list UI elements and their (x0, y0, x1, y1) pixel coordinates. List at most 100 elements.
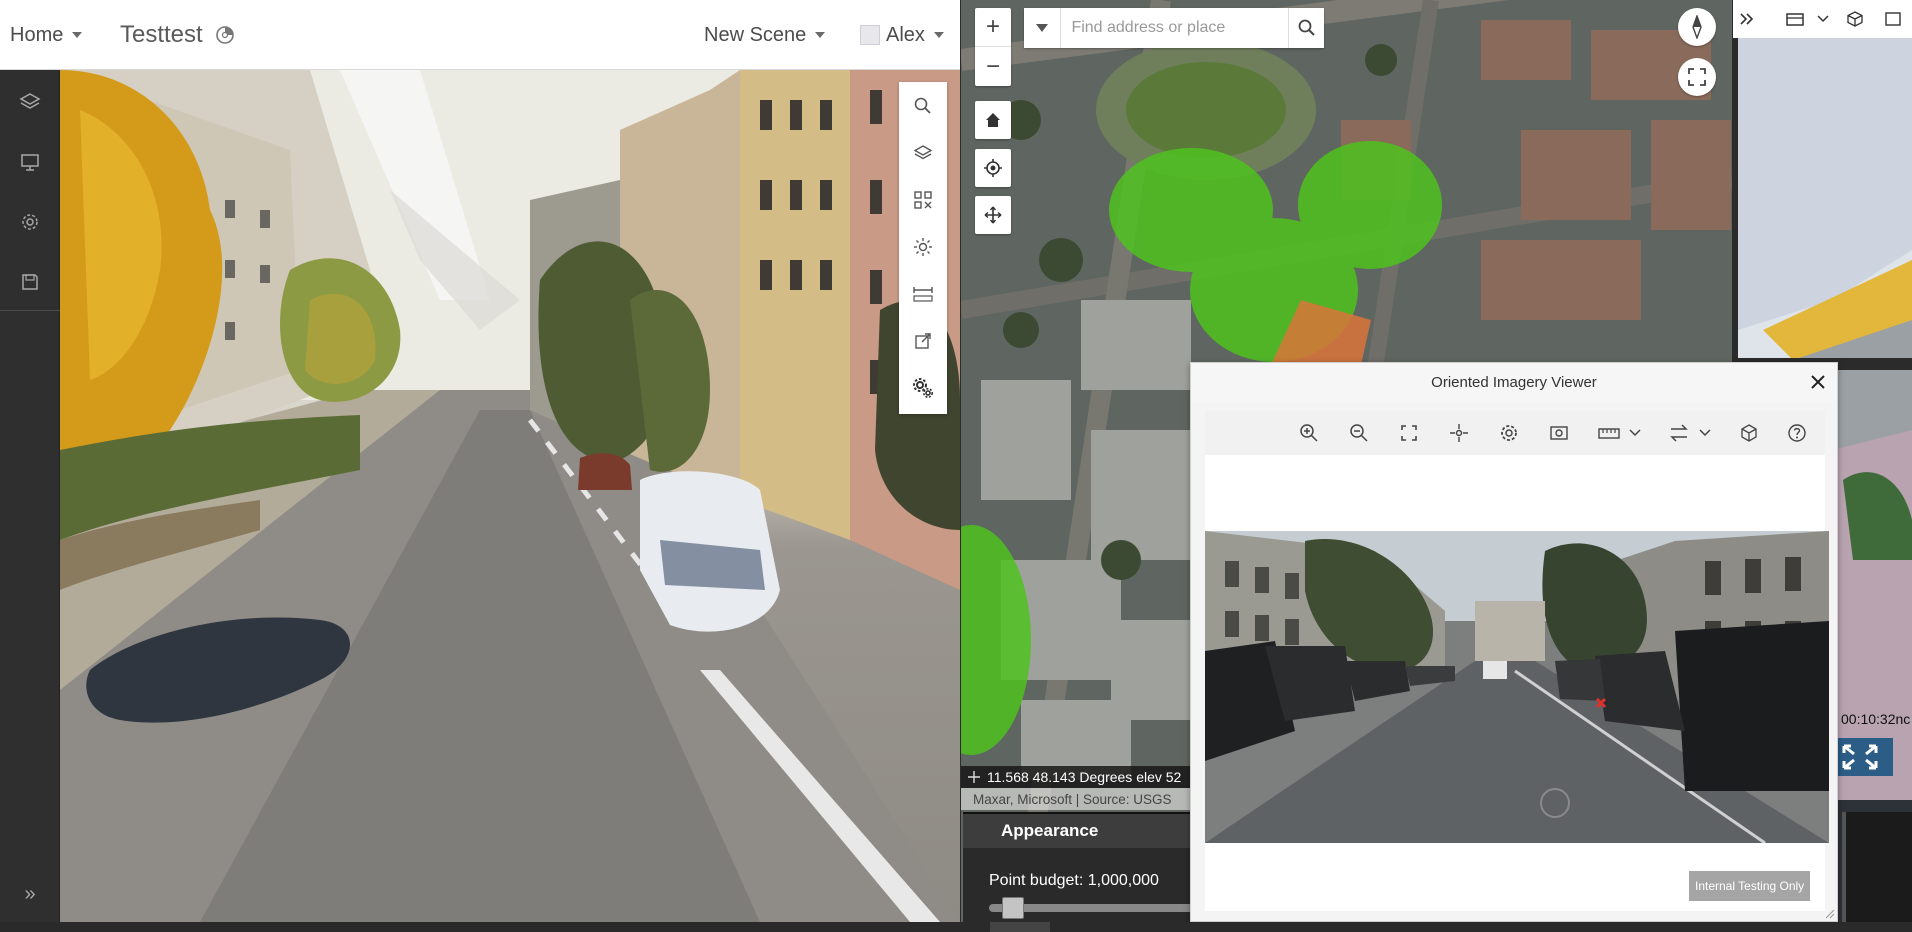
compass-button[interactable] (1678, 8, 1716, 46)
bottom-strip (0, 922, 1912, 932)
oriented-imagery-dialog: Oriented Imagery Viewer Internal Testing… (1190, 362, 1838, 922)
oi-swap-button[interactable] (1665, 419, 1693, 447)
zoom-out-icon (1349, 423, 1369, 443)
cube-icon[interactable] (1847, 11, 1863, 27)
nav-slides-button[interactable] (0, 136, 60, 188)
new-scene-menu[interactable]: New Scene (704, 0, 826, 70)
oi-zoom-in-button[interactable] (1295, 419, 1323, 447)
oi-zoom-out-button[interactable] (1345, 419, 1373, 447)
chevron-down-icon (933, 32, 944, 38)
oriented-image[interactable] (1205, 531, 1829, 843)
dialog-body: Internal Testing Only (1205, 411, 1829, 911)
expand-nav-button[interactable]: » (0, 868, 60, 920)
scene-qr-button[interactable] (899, 176, 947, 223)
map-attribution: Maxar, Microsoft | Source: USGS (961, 788, 1191, 810)
street-photo (1205, 531, 1829, 843)
measure-icon (912, 284, 934, 304)
oi-help-button[interactable] (1783, 419, 1811, 447)
zoom-out-button[interactable]: − (975, 47, 1011, 86)
chevron-down-icon[interactable] (1817, 14, 1829, 24)
scene-3d-view[interactable] (60, 70, 960, 922)
oi-pan-button[interactable] (1445, 419, 1473, 447)
right-pane-caption: 00:10:32nc (1841, 711, 1911, 727)
appearance-title: Appearance (1001, 821, 1099, 840)
locate-icon (983, 158, 1003, 178)
cube-icon (1740, 424, 1758, 442)
appearance-header[interactable]: Appearance (963, 814, 1193, 848)
zoom-in-button[interactable]: + (975, 8, 1011, 47)
home-icon (983, 110, 1003, 130)
point-budget-slider-thumb[interactable] (1002, 897, 1024, 919)
image-enhance-icon (1549, 424, 1569, 442)
nav-layers-button[interactable] (0, 76, 60, 128)
chevron-down-icon (72, 32, 83, 38)
image-enhance-icon[interactable] (1785, 11, 1805, 27)
bottom-strip-accent (990, 922, 1050, 932)
scene-app: Home Testtest New Scene Alex » (0, 0, 960, 922)
search-source-dropdown[interactable] (1024, 8, 1062, 48)
map-home-button[interactable] (975, 101, 1011, 139)
close-icon (1810, 374, 1826, 390)
oi-image-enhance-button[interactable] (1545, 419, 1573, 447)
scene-measure-button[interactable] (899, 270, 947, 317)
app-header: Home Testtest New Scene Alex (0, 0, 960, 70)
dialog-titlebar[interactable]: Oriented Imagery Viewer (1191, 363, 1837, 401)
coordinate-readout: 11.568 48.143 Degrees elev 52 (961, 766, 1191, 788)
double-chevron-right-icon[interactable] (1739, 11, 1755, 27)
scene-share-button[interactable] (899, 317, 947, 364)
nav-save-button[interactable] (0, 256, 60, 308)
chevron-down-icon (815, 32, 826, 38)
help-icon (1787, 423, 1807, 443)
scene-daylight-button[interactable] (899, 223, 947, 270)
scene-layers-button[interactable] (899, 129, 947, 176)
search-button[interactable] (1288, 8, 1324, 48)
point-budget-slider[interactable] (989, 897, 1199, 919)
close-button[interactable] (1807, 371, 1829, 393)
pan-icon (983, 205, 1003, 225)
search-icon (1297, 18, 1317, 38)
map-zoom-control: + − (975, 8, 1011, 86)
double-chevron-right-icon: » (24, 882, 36, 905)
resize-handle-icon[interactable] (1825, 909, 1835, 919)
appearance-panel: Appearance Point budget: 1,000,000 (963, 812, 1199, 922)
scene-settings-button[interactable] (899, 364, 947, 411)
map-navigation-toggle-button[interactable] (975, 196, 1011, 234)
app-title: Testtest (120, 0, 235, 70)
nav-settings-button[interactable] (0, 196, 60, 248)
qr-grid-icon (913, 190, 933, 210)
map-locate-button[interactable] (975, 149, 1011, 187)
settings-icon (1499, 423, 1519, 443)
save-icon (19, 271, 41, 293)
chevron-down-icon (1699, 428, 1711, 438)
user-menu[interactable]: Alex (860, 0, 944, 70)
image-enhance-icon[interactable] (1885, 11, 1901, 27)
oi-3d-button[interactable] (1735, 419, 1763, 447)
right-pane-footer (1842, 812, 1912, 922)
fullscreen-icon (1688, 68, 1706, 86)
dialog-title: Oriented Imagery Viewer (1431, 373, 1597, 391)
oi-toolbar (1205, 411, 1825, 455)
oi-measure-button[interactable] (1595, 419, 1623, 447)
search-input[interactable] (1061, 8, 1289, 48)
home-menu-label: Home (10, 23, 64, 46)
oi-full-extent-button[interactable] (1395, 419, 1423, 447)
measure-icon (1598, 425, 1620, 441)
fullscreen-button[interactable] (1678, 58, 1716, 96)
gear-icon (19, 211, 41, 233)
crosshair-icon[interactable] (967, 770, 981, 784)
oi-swap-dropdown[interactable] (1691, 419, 1719, 447)
layers-icon (19, 91, 41, 113)
home-menu[interactable]: Home (10, 0, 83, 70)
scene-globe-icon[interactable] (215, 25, 235, 45)
oi-settings-button[interactable] (1495, 419, 1523, 447)
share-icon (913, 331, 933, 351)
right-viewer-toolbar (1733, 0, 1912, 38)
map-search-widget (1024, 8, 1324, 48)
search-icon (913, 96, 933, 116)
app-title-text: Testtest (120, 21, 203, 48)
scene-search-button[interactable] (899, 82, 947, 129)
avatar (860, 25, 880, 45)
oi-measure-dropdown[interactable] (1621, 419, 1649, 447)
user-name: Alex (886, 23, 925, 46)
presentation-icon (19, 151, 41, 173)
